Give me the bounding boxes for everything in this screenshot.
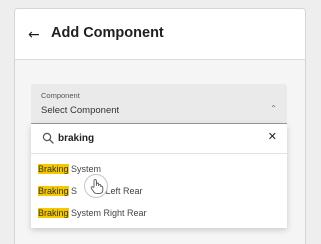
component-select-field[interactable]: Component Select Component ⌃ — [31, 84, 287, 124]
field-label: Component — [41, 91, 80, 100]
component-dropdown: ✕ Braking System Braking S Left Rear Bra… — [31, 124, 287, 228]
chevron-up-icon[interactable]: ⌃ — [270, 104, 277, 113]
search-row: ✕ — [31, 124, 287, 154]
option-label: System Right Rear — [68, 208, 147, 218]
search-input[interactable] — [58, 130, 258, 146]
option-label-start: S — [68, 186, 78, 196]
option-braking-system-right-rear[interactable]: Braking System Right Rear — [31, 203, 287, 224]
field-value: Select Component — [41, 105, 120, 116]
option-label: System — [68, 164, 102, 174]
option-braking-system-left-rear[interactable]: Braking S Left Rear — [31, 181, 287, 202]
match-highlight: Braking — [38, 186, 69, 196]
header: ← Add Component — [15, 9, 305, 60]
arrow-left-icon[interactable]: ← — [28, 28, 42, 42]
option-label-end: Left Rear — [103, 186, 143, 196]
page-title: Add Component — [51, 25, 164, 41]
match-highlight: Braking — [38, 208, 69, 218]
hand-pointer-icon — [84, 174, 108, 198]
option-braking-system[interactable]: Braking System — [31, 159, 287, 180]
search-icon — [42, 132, 54, 144]
close-icon[interactable]: ✕ — [268, 130, 277, 143]
match-highlight: Braking — [38, 164, 69, 174]
